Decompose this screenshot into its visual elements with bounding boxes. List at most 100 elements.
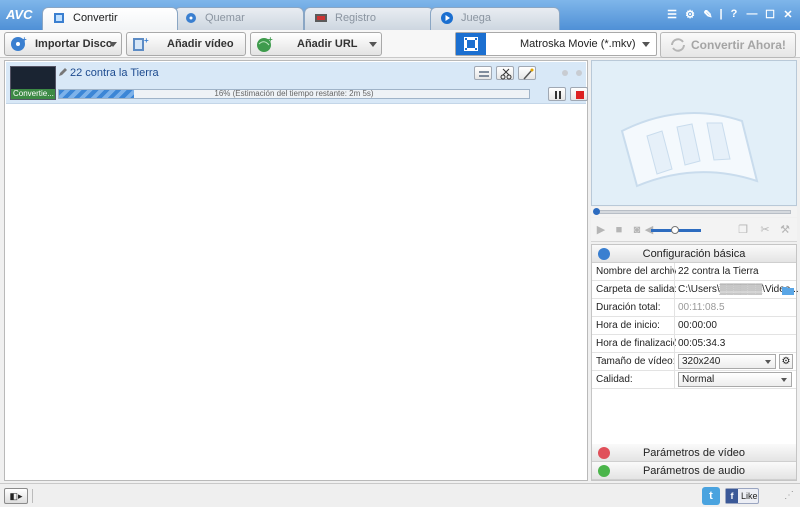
- adjust-icon: [479, 71, 489, 77]
- basic-settings-header[interactable]: Configuración básica: [592, 245, 796, 263]
- tab-label: Convertir: [73, 12, 118, 24]
- volume-handle[interactable]: [671, 226, 679, 234]
- scissors-icon: [500, 68, 512, 80]
- video-size-settings-button[interactable]: ⚙: [779, 354, 793, 369]
- divider: [674, 281, 675, 299]
- seek-bar[interactable]: [591, 207, 797, 217]
- facebook-icon: f: [726, 489, 738, 503]
- close-icon[interactable]: ✕: [780, 6, 796, 22]
- divider: [674, 335, 675, 353]
- file-name[interactable]: 22 contra la Tierra: [70, 67, 159, 79]
- status-bar: ◧▸ t f Like ⋰: [0, 483, 800, 507]
- convert-tab-icon: [54, 13, 64, 23]
- video-params-header[interactable]: Parámetros de vídeo: [592, 444, 796, 462]
- pause-button[interactable]: [548, 87, 566, 101]
- convert-now-label: Convertir Ahora!: [691, 38, 786, 52]
- tab-convertir[interactable]: Convertir: [42, 7, 178, 30]
- stop-icon[interactable]: ■: [613, 224, 625, 236]
- video-thumbnail: Convertie...: [10, 66, 56, 100]
- status-dot: [562, 70, 568, 76]
- quality-select[interactable]: Normal: [678, 372, 792, 387]
- prop-row-video-size: Tamaño de vídeo: 320x240 ⚙: [592, 353, 796, 371]
- output-format-label: Matroska Movie (*.mkv): [520, 38, 636, 50]
- preview-pane: [591, 60, 797, 206]
- video-size-select[interactable]: 320x240: [678, 354, 776, 369]
- twitter-icon[interactable]: t: [702, 487, 720, 505]
- toggle-panel-button[interactable]: ◧▸: [4, 488, 28, 504]
- prop-key: Calidad:: [596, 374, 633, 385]
- refresh-icon: [671, 38, 685, 52]
- add-url-button[interactable]: + Añadir URL: [250, 32, 382, 56]
- volume-slider[interactable]: [651, 226, 701, 234]
- copy-icon[interactable]: ❐: [737, 224, 749, 236]
- player-controls: ▶ ■ ◙ ◀ ❐ ✂ ⚒: [591, 218, 797, 242]
- filename-value[interactable]: 22 contra la Tierra: [678, 263, 759, 280]
- app-logo: AVC: [6, 7, 33, 22]
- prop-row-start-time: Hora de inicio: 00:00:00: [592, 317, 796, 335]
- like-label: Like: [741, 491, 758, 501]
- basic-settings-title: Configuración básica: [642, 248, 746, 260]
- effects-button[interactable]: [474, 66, 492, 80]
- pencil-icon[interactable]: [58, 67, 68, 77]
- prop-row-output-folder: Carpeta de salida: C:\Users\▒▒▒▒▒▒\Video…: [592, 281, 799, 299]
- start-time-value[interactable]: 00:00:00: [678, 317, 717, 334]
- stop-button[interactable]: [570, 87, 588, 101]
- audio-params-title: Parámetros de audio: [642, 465, 746, 477]
- play-icon: [441, 12, 453, 24]
- tab-registro[interactable]: Registro: [304, 7, 434, 30]
- add-url-label: Añadir URL: [297, 38, 358, 50]
- facebook-like-button[interactable]: f Like: [725, 488, 759, 504]
- chevron-down-icon[interactable]: [369, 42, 377, 47]
- prop-key: Duración total:: [596, 302, 661, 313]
- list-icon[interactable]: ☰: [664, 6, 680, 22]
- magic-wand-button[interactable]: [518, 66, 536, 80]
- audio-params-header[interactable]: Parámetros de audio: [592, 462, 796, 480]
- folder-icon[interactable]: [782, 285, 794, 295]
- tab-label: Quemar: [205, 12, 245, 24]
- minimize-icon[interactable]: —: [744, 6, 760, 22]
- divider: [674, 371, 675, 389]
- film-icon: [456, 33, 486, 55]
- tab-quemar[interactable]: Quemar: [174, 7, 304, 30]
- scissors-icon[interactable]: ✂: [759, 224, 771, 236]
- prop-key: Nombre del archivo: [596, 266, 676, 277]
- wrench-icon[interactable]: ⚒: [779, 224, 791, 236]
- wrench-icon[interactable]: ✎: [700, 6, 716, 22]
- window-controls: ☰ ⚙ ✎ | ? — ☐ ✕: [664, 6, 796, 22]
- tab-juega[interactable]: Juega: [430, 7, 560, 30]
- tab-label: Juega: [461, 12, 491, 24]
- add-video-label: Añadir vídeo: [167, 38, 234, 50]
- audio-params-icon: [598, 465, 610, 477]
- chevron-down-icon[interactable]: [109, 42, 117, 47]
- help-icon[interactable]: ?: [726, 6, 742, 22]
- video-params-title: Parámetros de vídeo: [642, 447, 746, 459]
- play-icon[interactable]: ▶: [595, 224, 607, 236]
- video-params-icon: [598, 447, 610, 459]
- import-disc-button[interactable]: + Importar Disco: [4, 32, 122, 56]
- end-time-value[interactable]: 00:05:34.3: [678, 335, 725, 352]
- gear-icon[interactable]: ⚙: [682, 6, 698, 22]
- wand-icon: [523, 68, 534, 80]
- chevron-down-icon: [765, 360, 771, 364]
- output-format-select[interactable]: Matroska Movie (*.mkv): [455, 32, 657, 56]
- chevron-down-icon: [781, 378, 787, 382]
- svg-text:+: +: [144, 36, 149, 45]
- seek-handle[interactable]: [593, 208, 600, 215]
- chevron-down-icon: [642, 42, 650, 47]
- maximize-icon[interactable]: ☐: [762, 6, 778, 22]
- convert-now-button[interactable]: Convertir Ahora!: [660, 32, 796, 58]
- file-row[interactable]: Convertie... 22 contra la Tierra 16% (Es…: [6, 62, 588, 104]
- disc-icon: [186, 13, 196, 23]
- toolbar: + Importar Disco + Añadir vídeo + Añadir…: [0, 30, 800, 58]
- prop-key: Hora de finalización:: [596, 338, 676, 349]
- prop-key: Hora de inicio:: [596, 320, 660, 331]
- divider: [32, 489, 33, 503]
- quality-value: Normal: [682, 374, 715, 385]
- gear-icon: ⚙: [781, 356, 791, 367]
- output-folder-value[interactable]: C:\Users\▒▒▒▒▒▒\Video...: [678, 281, 799, 298]
- divider: [674, 353, 675, 371]
- add-video-button[interactable]: + Añadir vídeo: [126, 32, 246, 56]
- resize-grip-icon[interactable]: ⋰: [784, 490, 794, 501]
- cut-button[interactable]: [496, 66, 514, 80]
- snapshot-icon[interactable]: ◙: [631, 224, 643, 236]
